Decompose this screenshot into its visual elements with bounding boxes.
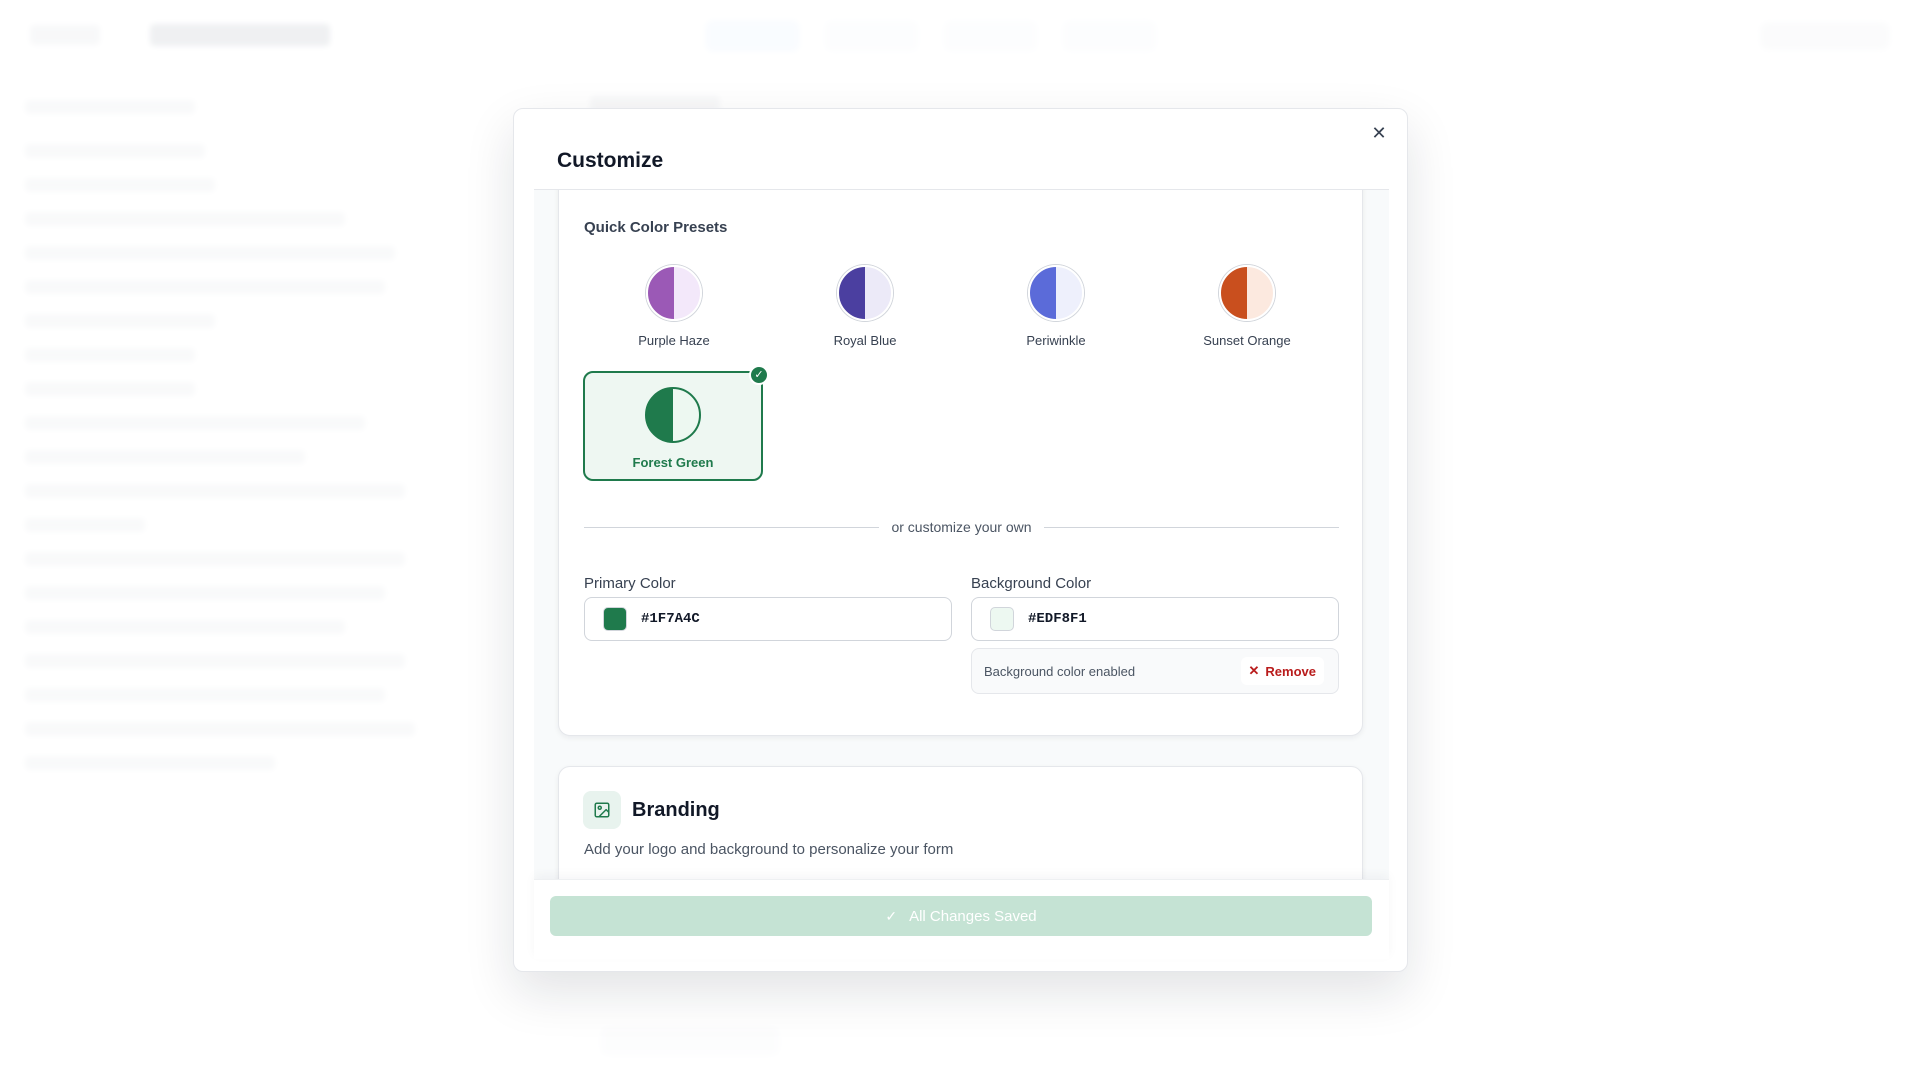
preset-label: Royal Blue: [833, 333, 897, 348]
presets-heading: Quick Color Presets: [584, 219, 728, 236]
preset-forest-green[interactable]: Forest Green ✓: [583, 365, 769, 481]
preset-label: Forest Green: [632, 455, 714, 470]
image-icon: [583, 791, 621, 829]
primary-color-value[interactable]: #1F7A4C: [641, 611, 700, 627]
check-icon: ✓: [749, 365, 769, 385]
preset-swatch: [837, 265, 893, 321]
remove-background-button[interactable]: ✕ Remove: [1240, 657, 1324, 685]
branding-title: Branding: [632, 799, 720, 821]
modal-footer: ✓ All Changes Saved: [534, 879, 1389, 959]
branding-description: Add your logo and background to personal…: [584, 841, 954, 858]
preset-sunset-orange[interactable]: Sunset Orange: [1157, 249, 1337, 359]
divider-line: [584, 526, 880, 528]
preset-purple-haze[interactable]: Purple Haze: [584, 249, 764, 359]
background-status-box: Background color enabled ✕ Remove: [971, 648, 1339, 694]
modal-title: Customize: [557, 149, 664, 172]
preset-label: Sunset Orange: [1203, 333, 1291, 348]
background-color-label: Background Color: [971, 575, 1092, 592]
background-status-text: Background color enabled: [984, 663, 1136, 679]
background-color-swatch[interactable]: [990, 607, 1014, 631]
preset-label: Periwinkle: [1026, 333, 1086, 348]
background-color-input[interactable]: #EDF8F1: [971, 597, 1339, 641]
close-icon: ✕: [1248, 663, 1260, 678]
divider-text: or customize your own: [891, 519, 1032, 535]
primary-color-input[interactable]: #1F7A4C: [584, 597, 952, 641]
divider-line: [1043, 526, 1339, 528]
remove-label: Remove: [1265, 663, 1316, 679]
customize-divider: or customize your own: [584, 517, 1339, 537]
close-icon[interactable]: ✕: [1367, 121, 1391, 145]
background-color-value[interactable]: #EDF8F1: [1028, 611, 1087, 627]
preset-swatch: [1219, 265, 1275, 321]
colors-card: Quick Color Presets Purple Haze Royal Bl…: [558, 190, 1363, 736]
preset-swatch: [645, 387, 701, 443]
preset-periwinkle[interactable]: Periwinkle: [966, 249, 1146, 359]
branding-card: Branding Add your logo and background to…: [558, 766, 1363, 889]
preset-swatch: [646, 265, 702, 321]
preset-royal-blue[interactable]: Royal Blue: [775, 249, 955, 359]
primary-color-swatch[interactable]: [603, 607, 627, 631]
customize-modal: Customize ✕ Quick Color Presets Purple H…: [513, 108, 1408, 972]
check-icon: ✓: [885, 907, 898, 924]
modal-body: Quick Color Presets Purple Haze Royal Bl…: [534, 189, 1389, 889]
save-status-button[interactable]: ✓ All Changes Saved: [550, 896, 1372, 936]
primary-color-label: Primary Color: [584, 575, 676, 592]
preset-label: Purple Haze: [638, 333, 710, 348]
preset-swatch: [1028, 265, 1084, 321]
save-status-label: All Changes Saved: [909, 907, 1037, 925]
